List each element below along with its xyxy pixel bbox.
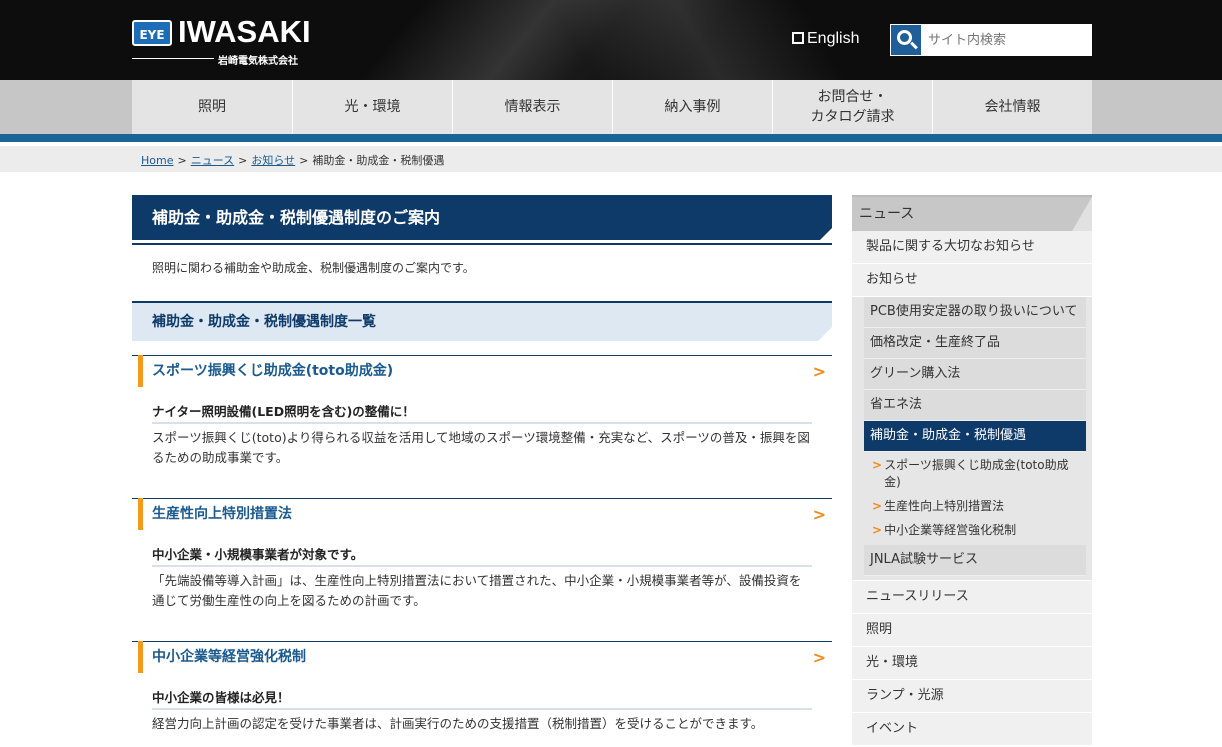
- chevron-right-icon[interactable]: >: [813, 362, 826, 381]
- sidebar-subitem-label: スポーツ振興くじ助成金(toto助成金): [884, 458, 1069, 489]
- nav-lighting[interactable]: 照明: [132, 80, 292, 134]
- site-header: EYE IWASAKI 岩崎電気株式会社 English: [0, 0, 1222, 80]
- site-search-input[interactable]: [922, 24, 1092, 56]
- sidebar-item-jnla[interactable]: JNLA試験サービス: [864, 545, 1086, 576]
- breadcrumb-separator: >: [299, 154, 309, 167]
- sidebar-subsidy-submenu: > スポーツ振興くじ助成金(toto助成金) > 生産性向上特別措置法 > 中小企業等…: [864, 452, 1086, 545]
- entry-subtitle: 中小企業の皆様は必見！: [152, 687, 812, 710]
- chevron-right-icon: >: [872, 499, 883, 513]
- sidebar-notice-submenu: PCB使用安定器の取り扱いについて 価格改定・生産終了品 グリーン購入法 省エネ…: [852, 297, 1092, 580]
- intro-text: 照明に関わる補助金や助成金、税制優遇制度のご案内です。: [152, 261, 475, 275]
- subsidy-entry: 中小企業等経営強化税制 > 中小企業の皆様は必見！ 経営力向上計画の認定を受けた…: [132, 641, 832, 747]
- section-heading: 補助金・助成金・税制優遇制度一覧: [132, 301, 832, 341]
- eye-logo-mark: EYE: [132, 20, 172, 46]
- breadcrumb-separator: >: [238, 154, 248, 167]
- nav-contact-catalog[interactable]: お問合せ・ カタログ請求: [772, 80, 932, 134]
- english-link-label: English: [807, 30, 860, 47]
- sidebar-subitem-label: 生産性向上特別措置法: [884, 499, 1005, 513]
- logo-wordmark: IWASAKI: [178, 14, 311, 49]
- breadcrumb-notice[interactable]: お知らせ: [251, 154, 295, 167]
- chevron-right-icon: >: [872, 458, 883, 472]
- sidebar-item-pcb[interactable]: PCB使用安定器の取り扱いについて: [864, 297, 1086, 328]
- breadcrumb-bar: Home > ニュース > お知らせ > 補助金・助成金・税制優遇: [0, 146, 1222, 172]
- sidebar-item-subsidy-active[interactable]: 補助金・助成金・税制優遇: [864, 421, 1086, 452]
- breadcrumb-news[interactable]: ニュース: [191, 154, 234, 167]
- search-icon-handle: [910, 41, 918, 50]
- main-content: 補助金・助成金・税制優遇制度のご案内 照明に関わる補助金や助成金、税制優遇制度の…: [132, 195, 832, 747]
- breadcrumb-separator: >: [177, 154, 187, 167]
- search-button[interactable]: [890, 24, 922, 56]
- entry-title-link[interactable]: 中小企業等経営強化税制: [138, 641, 832, 673]
- breadcrumb-current: 補助金・助成金・税制優遇: [312, 154, 445, 167]
- breadcrumb-home[interactable]: Home: [141, 154, 173, 167]
- sidebar-item-green-purchasing[interactable]: グリーン購入法: [864, 359, 1086, 390]
- entry-title-link[interactable]: 生産性向上特別措置法: [138, 498, 832, 530]
- sidebar: ニュース 製品に関する大切なお知らせ お知らせ PCB使用安定器の取り扱いについ…: [852, 195, 1092, 745]
- subsidy-entry: スポーツ振興くじ助成金(toto助成金) > ナイター照明設備(LED照明を含む…: [132, 355, 832, 484]
- external-link-icon: [792, 32, 804, 44]
- entry-description: 「先端設備等導入計画」は、生産性向上特別措置法において措置された、中小企業・小規…: [152, 573, 802, 608]
- nav-information-display[interactable]: 情報表示: [452, 80, 612, 134]
- sidebar-subitem-toto[interactable]: > スポーツ振興くじ助成金(toto助成金): [872, 454, 1086, 495]
- logo-company-name: 岩崎電気株式会社: [218, 56, 298, 67]
- logo-divider: [132, 58, 214, 59]
- entry-subtitle: ナイター照明設備(LED照明を含む)の整備に！: [152, 401, 812, 424]
- sidebar-heading[interactable]: ニュース: [852, 195, 1092, 231]
- page-title: 補助金・助成金・税制優遇制度のご案内: [132, 195, 832, 243]
- sidebar-item-price-revision[interactable]: 価格改定・生産終了品: [864, 328, 1086, 359]
- sidebar-subitem-label: 中小企業等経営強化税制: [884, 523, 1017, 537]
- sidebar-item-energy-saving-law[interactable]: 省エネ法: [864, 390, 1086, 421]
- sidebar-item-light-environment[interactable]: 光・環境: [852, 646, 1092, 679]
- sidebar-item-important-notices[interactable]: 製品に関する大切なお知らせ: [852, 231, 1092, 264]
- nav-company-info[interactable]: 会社情報: [932, 80, 1092, 134]
- sidebar-item-news-release[interactable]: ニュースリリース: [852, 580, 1092, 613]
- chevron-right-icon[interactable]: >: [813, 505, 826, 524]
- nav-light-environment[interactable]: 光・環境: [292, 80, 452, 134]
- entry-subtitle: 中小企業・小規模事業者が対象です。: [152, 544, 812, 567]
- nav-case-studies[interactable]: 納入事例: [612, 80, 772, 134]
- sidebar-item-events[interactable]: イベント: [852, 712, 1092, 745]
- sidebar-item-lighting[interactable]: 照明: [852, 613, 1092, 646]
- sidebar-item-lamps[interactable]: ランプ・光源: [852, 679, 1092, 712]
- global-nav: 照明 光・環境 情報表示 納入事例 お問合せ・ カタログ請求 会社情報: [0, 80, 1222, 142]
- sidebar-item-notice[interactable]: お知らせ: [852, 264, 1092, 297]
- subsidy-entry: 生産性向上特別措置法 > 中小企業・小規模事業者が対象です。 「先端設備等導入計…: [132, 498, 832, 627]
- chevron-right-icon: >: [872, 523, 883, 537]
- chevron-right-icon[interactable]: >: [813, 648, 826, 667]
- breadcrumb: Home > ニュース > お知らせ > 補助金・助成金・税制優遇: [141, 152, 444, 168]
- sidebar-subitem-productivity[interactable]: > 生産性向上特別措置法: [872, 495, 1086, 519]
- sidebar-subitem-sme-tax[interactable]: > 中小企業等経営強化税制: [872, 519, 1086, 543]
- entry-description: 経営力向上計画の認定を受けた事業者は、計画実行のための支援措置（税制措置）を受け…: [152, 716, 764, 731]
- iwasaki-logo[interactable]: EYE IWASAKI 岩崎電気株式会社: [132, 14, 322, 67]
- english-link[interactable]: English: [792, 30, 859, 48]
- entry-title-link[interactable]: スポーツ振興くじ助成金(toto助成金): [138, 355, 832, 387]
- entry-description: スポーツ振興くじ(toto)より得られる収益を活用して地域のスポーツ環境整備・充…: [152, 430, 810, 465]
